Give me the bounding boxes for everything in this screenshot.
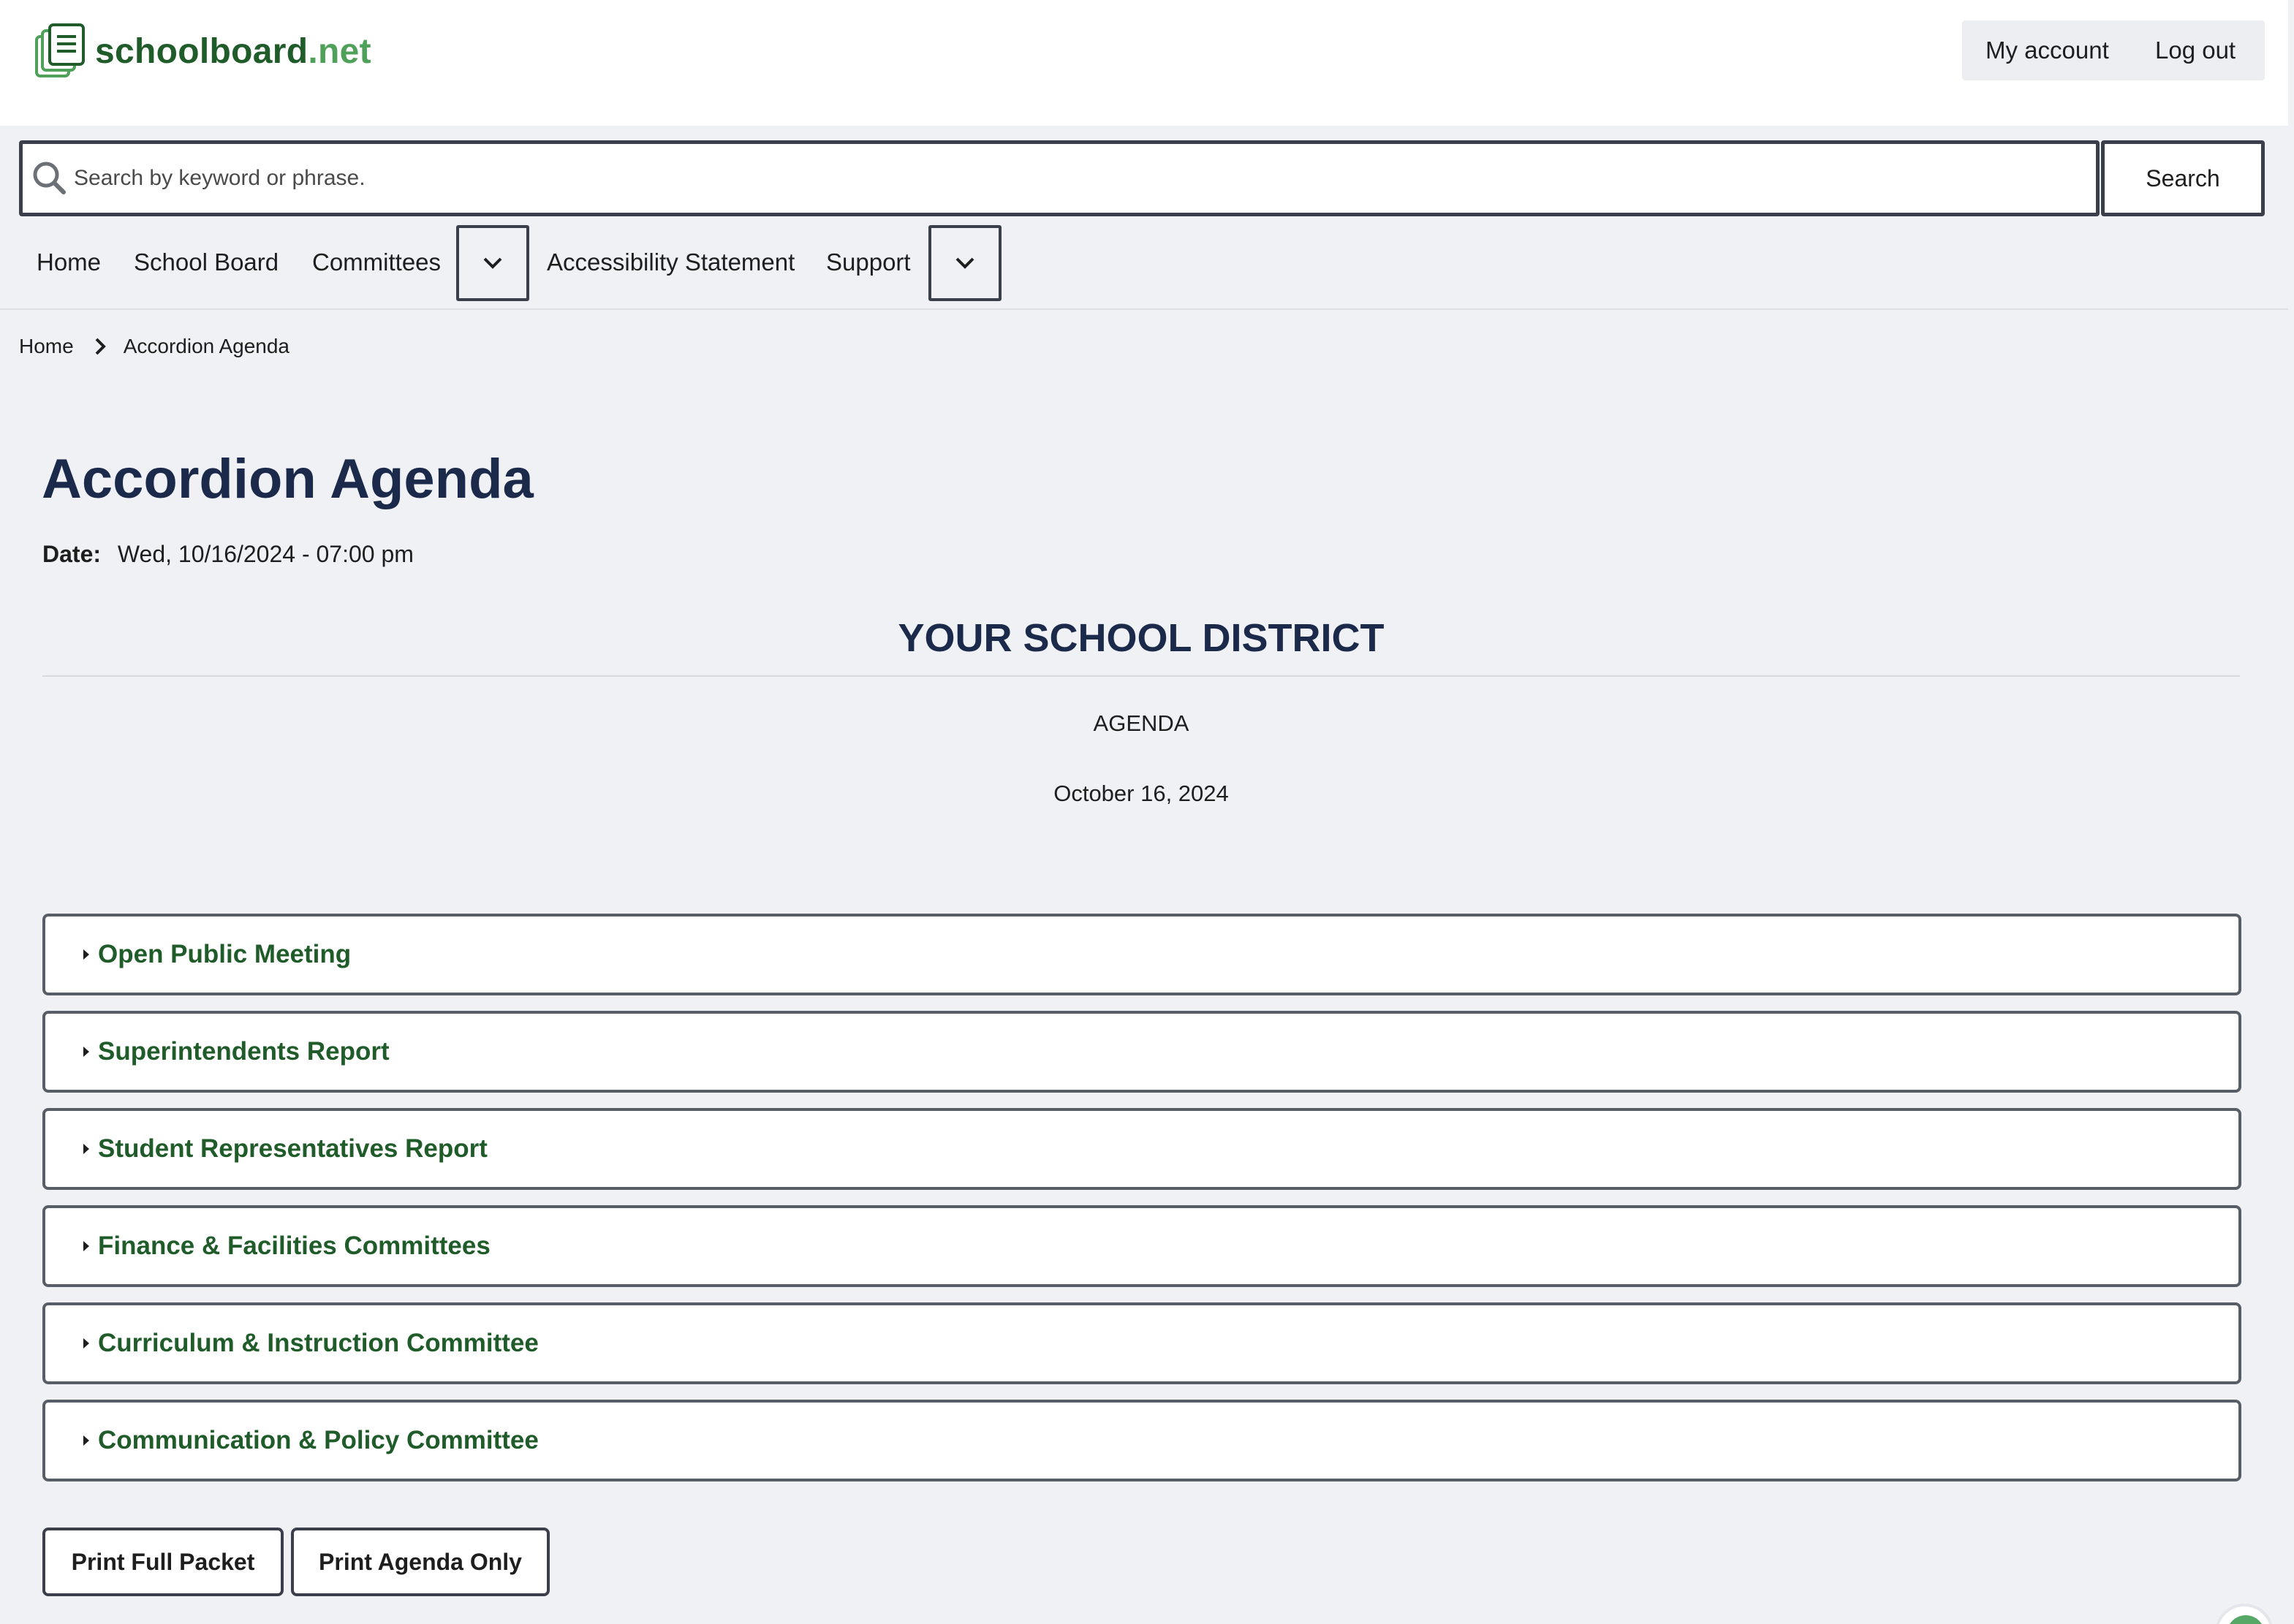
chevron-right-icon <box>95 338 106 355</box>
accordion-label: Finance & Facilities Committees <box>98 1232 491 1260</box>
caret-right-icon <box>83 1435 89 1446</box>
caret-right-icon <box>83 1144 89 1154</box>
search-icon <box>33 162 66 194</box>
nav-item-accessibility-statement[interactable]: Accessibility Statement <box>547 248 795 276</box>
breadcrumb-home-link[interactable]: Home <box>19 335 74 358</box>
document-stack-icon <box>35 23 85 77</box>
caret-right-icon <box>83 1047 89 1057</box>
accordion-label: Curriculum & Instruction Committee <box>98 1329 539 1357</box>
accordion-label: Superintendents Report <box>98 1037 390 1066</box>
logo-text: schoolboard.net <box>95 31 371 71</box>
breadcrumb: Home Accordion Agenda <box>19 335 289 358</box>
nav-item-school-board[interactable]: School Board <box>134 248 279 276</box>
accordion-item[interactable]: Open Public Meeting <box>42 914 2241 995</box>
log-out-link[interactable]: Log out <box>2155 37 2236 64</box>
accordion-item[interactable]: Finance & Facilities Committees <box>42 1205 2241 1287</box>
accordion-item[interactable]: Student Representatives Report <box>42 1108 2241 1190</box>
date-value: Wed, 10/16/2024 - 07:00 pm <box>117 541 414 567</box>
main-nav: Home School Board Committees Accessibili… <box>0 222 2288 310</box>
help-widget-button[interactable] <box>2215 1604 2274 1624</box>
search-button[interactable]: Search <box>2101 140 2265 216</box>
agenda-date: October 16, 2024 <box>1053 781 1229 806</box>
accordion-item[interactable]: Communication & Policy Committee <box>42 1400 2241 1481</box>
date-label: Date: <box>42 541 102 567</box>
site-logo[interactable]: schoolboard.net <box>34 23 371 79</box>
nav-item-committees[interactable]: Committees <box>312 248 441 276</box>
nav-item-home[interactable]: Home <box>37 248 101 276</box>
agenda-label: AGENDA <box>1093 710 1189 736</box>
accordion-label: Communication & Policy Committee <box>98 1426 539 1454</box>
account-menu: My account Log out <box>1962 20 2265 80</box>
site-header: schoolboard.net My account Log out <box>0 0 2288 126</box>
nav-item-support[interactable]: Support <box>826 248 911 276</box>
support-submenu-toggle[interactable] <box>928 225 1002 301</box>
committees-submenu-toggle[interactable] <box>456 225 529 301</box>
my-account-link[interactable]: My account <box>1986 37 2109 64</box>
chevron-down-icon <box>955 257 974 269</box>
breadcrumb-current: Accordion Agenda <box>123 335 289 357</box>
accordion-label: Open Public Meeting <box>98 940 352 968</box>
chevron-down-icon <box>483 257 502 269</box>
print-full-packet-button[interactable]: Print Full Packet <box>42 1528 284 1596</box>
accordion-label: Student Representatives Report <box>98 1134 488 1163</box>
divider <box>42 675 2240 677</box>
meeting-date: Date: Wed, 10/16/2024 - 07:00 pm <box>42 541 414 568</box>
caret-right-icon <box>83 949 89 960</box>
district-heading: YOUR SCHOOL DISTRICT <box>898 616 1385 660</box>
chat-icon <box>2227 1615 2265 1624</box>
search-input[interactable] <box>74 144 2077 213</box>
accordion-item[interactable]: Superintendents Report <box>42 1011 2241 1093</box>
caret-right-icon <box>83 1338 89 1348</box>
search-bar <box>19 140 2100 216</box>
page-title: Accordion Agenda <box>42 448 534 510</box>
accordion-item[interactable]: Curriculum & Instruction Committee <box>42 1302 2241 1384</box>
print-agenda-only-button[interactable]: Print Agenda Only <box>291 1528 550 1596</box>
caret-right-icon <box>83 1241 89 1251</box>
